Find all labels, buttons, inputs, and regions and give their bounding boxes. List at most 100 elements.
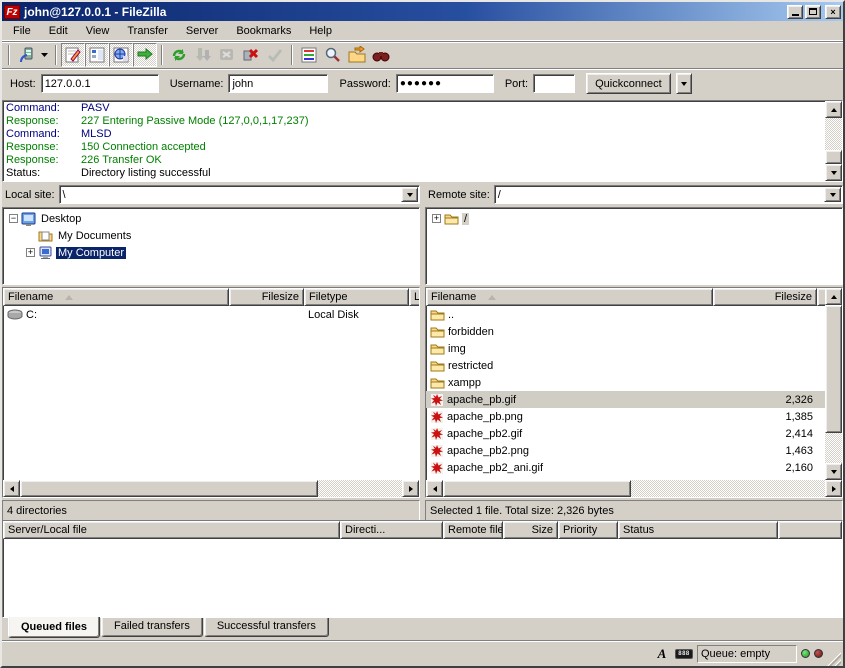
triangle-left-icon (10, 486, 14, 492)
scroll-down-button[interactable] (825, 164, 842, 181)
toggle-local-tree-button[interactable] (85, 43, 109, 67)
speed-limits-indicator[interactable]: 888 (675, 646, 693, 662)
compare-button[interactable] (321, 43, 345, 67)
scroll-right-button[interactable] (825, 480, 842, 497)
my-documents-icon (38, 229, 53, 242)
remote-site-dropdown[interactable] (824, 187, 841, 202)
filter-button[interactable] (297, 43, 321, 67)
file-row[interactable]: apache_pb2.png1,463 (426, 442, 825, 459)
remote-site-combo[interactable]: / (494, 185, 843, 204)
file-row[interactable]: C:Local Disk (3, 306, 419, 323)
scroll-up-button[interactable] (825, 101, 842, 118)
remote-vscrollbar[interactable] (825, 288, 842, 480)
remote-hscrollbar[interactable] (426, 480, 842, 497)
host-input[interactable] (41, 74, 159, 93)
file-row[interactable]: apache_pb.png1,385 (426, 408, 825, 425)
local-site-dropdown[interactable] (401, 187, 418, 202)
tab-queued-files[interactable]: Queued files (8, 617, 100, 638)
collapse-icon[interactable]: − (9, 214, 18, 223)
menu-file[interactable]: File (4, 23, 40, 39)
menu-edit[interactable]: Edit (40, 23, 77, 39)
log-line-label: Command: (6, 128, 81, 141)
menu-server[interactable]: Server (177, 23, 227, 39)
file-row[interactable]: img (426, 340, 825, 357)
tab-successful-transfers[interactable]: Successful transfers (204, 618, 329, 637)
reconnect-button[interactable] (263, 43, 287, 67)
file-row[interactable]: restricted (426, 357, 825, 374)
sync-browsing-button[interactable] (345, 43, 369, 67)
toggle-queue-button[interactable] (133, 43, 157, 67)
column-header-filesize[interactable]: Filesize (713, 288, 817, 306)
quickconnect-button[interactable]: Quickconnect (586, 73, 671, 94)
column-header-size[interactable]: Size (503, 521, 558, 539)
minimize-button[interactable] (787, 5, 803, 19)
scrollbar-track[interactable] (825, 433, 842, 463)
scrollbar-thumb[interactable] (443, 480, 631, 497)
column-header-remote-file[interactable]: Remote file (443, 521, 503, 539)
scrollbar-track[interactable] (318, 480, 402, 497)
scroll-down-button[interactable] (825, 463, 842, 480)
scrollbar-track[interactable] (825, 118, 842, 150)
column-header-filesize[interactable]: Filesize (229, 288, 304, 306)
column-header-filename[interactable]: Filename (426, 288, 713, 306)
find-button[interactable] (369, 43, 393, 67)
toggle-remote-tree-button[interactable] (109, 43, 133, 67)
site-manager-dropdown[interactable] (38, 43, 51, 67)
tree-item[interactable]: +My Computer (3, 244, 419, 261)
maximize-button[interactable] (805, 5, 821, 19)
expand-icon[interactable]: + (432, 214, 441, 223)
username-input[interactable] (228, 74, 328, 93)
file-row[interactable]: .. (426, 306, 825, 323)
folder-icon (430, 376, 445, 389)
column-header-filename[interactable]: Filename (3, 288, 229, 306)
column-header-status[interactable]: Status (618, 521, 778, 539)
column-header-directi-[interactable]: Directi... (340, 521, 443, 539)
cancel-button[interactable] (215, 43, 239, 67)
file-row[interactable]: apache_pb2_ani.gif2,160 (426, 459, 825, 476)
filetype-cell: Local Disk (304, 306, 409, 323)
scrollbar-thumb[interactable] (825, 305, 842, 433)
close-button[interactable]: × (825, 5, 841, 19)
menu-help[interactable]: Help (300, 23, 341, 39)
menu-view[interactable]: View (77, 23, 119, 39)
filename-cell: forbidden (426, 323, 713, 340)
column-header-server-local-file[interactable]: Server/Local file (3, 521, 340, 539)
quickconnect-dropdown[interactable] (676, 73, 692, 94)
file-row[interactable]: xampp (426, 374, 825, 391)
local-hscrollbar[interactable] (3, 480, 419, 497)
menu-bookmarks[interactable]: Bookmarks (227, 23, 300, 39)
column-header-filetype[interactable]: Filetype (304, 288, 409, 306)
column-header-l[interactable]: L (409, 288, 419, 306)
scroll-left-button[interactable] (3, 480, 20, 497)
file-row[interactable]: apache_pb2.gif2,414 (426, 425, 825, 442)
scroll-right-button[interactable] (402, 480, 419, 497)
site-manager-button[interactable] (14, 43, 38, 67)
menu-transfer[interactable]: Transfer (118, 23, 177, 39)
transfer-type-indicator[interactable]: A (653, 646, 671, 662)
toggle-message-log-button[interactable] (61, 43, 85, 67)
tree-item[interactable]: My Documents (3, 227, 419, 244)
refresh-button[interactable] (167, 43, 191, 67)
column-header-label: Directi... (345, 524, 385, 536)
port-input[interactable] (533, 74, 575, 93)
password-input[interactable] (396, 74, 494, 93)
disconnect-button[interactable] (239, 43, 263, 67)
process-queue-button[interactable] (191, 43, 215, 67)
file-row[interactable]: forbidden (426, 323, 825, 340)
resize-grip[interactable] (827, 652, 841, 666)
title-bar[interactable]: Fz john@127.0.0.1 - FileZilla × (2, 2, 843, 21)
expand-icon[interactable]: + (26, 248, 35, 257)
tree-item[interactable]: −Desktop (3, 210, 419, 227)
tab-failed-transfers[interactable]: Failed transfers (101, 618, 203, 637)
scroll-up-button[interactable] (825, 288, 842, 305)
file-row[interactable]: apache_pb.gif2,326 (426, 391, 825, 408)
scrollbar-thumb[interactable] (825, 150, 842, 164)
scroll-left-button[interactable] (426, 480, 443, 497)
tree-item[interactable]: +/ (426, 210, 842, 227)
scrollbar-thumb[interactable] (20, 480, 318, 497)
log-scrollbar[interactable] (825, 101, 842, 181)
local-site-combo[interactable]: \ (59, 185, 420, 204)
image-file-icon (430, 427, 444, 441)
column-header-priority[interactable]: Priority (558, 521, 618, 539)
scrollbar-track[interactable] (631, 480, 825, 497)
